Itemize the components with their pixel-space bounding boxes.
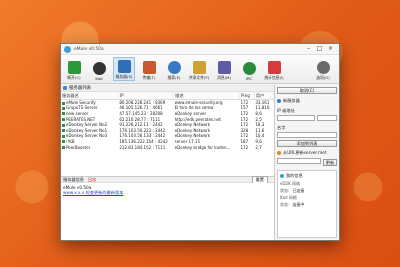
server-row-icon xyxy=(62,106,65,110)
col-ip[interactable]: IP xyxy=(118,92,175,100)
name-label: 名字 xyxy=(277,125,286,130)
col-ping[interactable]: Ping xyxy=(239,92,255,100)
new-server-icon xyxy=(277,99,281,103)
table-row[interactable]: PeerBooster 212.83.184.152 : 7111 eDonke… xyxy=(61,144,274,150)
log-link[interactable]: www.x.x.x 检查更新的最新版本 xyxy=(63,190,272,196)
emule-window: eMule v0.50a – □ × 断开(C) Kad 服务器(S) 传输(T… xyxy=(60,43,340,241)
col-server-name[interactable]: 服务器名 xyxy=(61,92,119,100)
toolbar-irc-label: IRC xyxy=(245,76,253,81)
server-icon xyxy=(117,60,131,73)
server-list-title: 服务器列表 xyxy=(69,86,91,91)
messages-icon xyxy=(217,61,231,74)
toolbar-messages-label: 消息(M) xyxy=(217,75,231,80)
add-server-button[interactable]: 添加到列表 xyxy=(277,140,337,147)
toolbar-servers-button[interactable]: 服务器(S) xyxy=(113,57,135,81)
toolbar-options-button[interactable]: 选项(O) xyxy=(312,57,334,81)
server-pane: 服务器列表 服务器名 IP 描述 Ping 用户 eMule Security … xyxy=(61,85,275,240)
info-line: 状态: 已连接 xyxy=(280,188,305,193)
close-icon[interactable]: × xyxy=(325,44,336,54)
server-row-icon xyxy=(62,140,65,144)
port-input[interactable] xyxy=(317,115,337,121)
log-box: eMule v0.50a www.x.x.x 检查更新的最新版本 xyxy=(61,183,274,240)
statistics-icon xyxy=(267,61,281,74)
kad-icon xyxy=(92,62,106,75)
tab-log[interactable]: 日志 xyxy=(88,177,96,183)
server-row-icon xyxy=(62,112,65,116)
server-met-url-input[interactable] xyxy=(277,158,321,164)
server-row-icon xyxy=(62,118,65,122)
minimize-icon[interactable]: – xyxy=(303,44,314,54)
maximize-icon[interactable]: □ xyxy=(314,44,325,54)
window-title: eMule v0.50a xyxy=(74,46,104,52)
toolbar-messages-button[interactable]: 消息(M) xyxy=(213,57,235,81)
search-icon xyxy=(167,61,181,74)
my-info-heading: 我的信息 xyxy=(286,173,303,178)
server-list-icon xyxy=(63,86,67,90)
server-table: 服务器名 IP 描述 Ping 用户 eMule Security 80.208… xyxy=(61,92,274,150)
toolbar-kad-button[interactable]: Kad xyxy=(88,57,110,81)
toolbar-search-label: 搜索(E) xyxy=(167,75,181,80)
update-label: 从URL更新server.met xyxy=(283,150,327,155)
info-line: 状态: 连接中 xyxy=(280,202,305,207)
toolbar-statistics-label: 统计信息(I) xyxy=(264,75,284,80)
cancel-connect-button[interactable]: 取消(C) xyxy=(277,87,337,94)
info-line: Kad 网络 xyxy=(280,195,297,200)
server-row-icon xyxy=(62,134,65,138)
my-info-box: 我的信息 eD2K 网络 状态: 已连接 Kad 网络 状态: 连接中 xyxy=(277,170,337,238)
side-panel: 取消(C) 新服务器 IP 或地址 名字 添加到列表 从URL更新server.… xyxy=(275,85,339,240)
main-toolbar: 断开(C) Kad 服务器(S) 传输(T) 搜索(E) 共享文件(F) 消息(… xyxy=(61,55,339,84)
server-row-icon xyxy=(62,123,65,127)
toolbar-transfer-label: 传输(T) xyxy=(142,75,156,80)
toolbar-irc-button[interactable]: IRC xyxy=(238,57,260,81)
tab-server-info[interactable]: 服务器信息 xyxy=(63,177,84,183)
toolbar-kad-label: Kad xyxy=(95,76,103,81)
name-input[interactable] xyxy=(277,132,337,138)
title-bar: eMule v0.50a – □ × xyxy=(61,44,339,55)
server-row-icon xyxy=(62,101,65,105)
shared-files-icon xyxy=(192,61,206,74)
toolbar-shared-files-button[interactable]: 共享文件(F) xyxy=(188,57,210,81)
update-button[interactable]: 更新 xyxy=(323,158,337,166)
col-description[interactable]: 描述 xyxy=(173,92,240,100)
irc-icon xyxy=(242,62,256,75)
server-list-header: 服务器列表 xyxy=(61,85,274,92)
server-row-icon xyxy=(62,146,65,150)
options-icon xyxy=(316,61,330,74)
new-server-heading: 新服务器 xyxy=(277,98,337,104)
info-line: eD2K 网络 xyxy=(280,181,300,186)
server-table-wrap: 服务器名 IP 描述 Ping 用户 eMule Security 80.208… xyxy=(61,92,274,176)
toolbar-transfer-button[interactable]: 传输(T) xyxy=(138,57,160,81)
server-row-icon xyxy=(62,129,65,133)
content-area: 服务器列表 服务器名 IP 描述 Ping 用户 eMule Security … xyxy=(61,85,339,240)
col-users[interactable]: 用户 xyxy=(254,92,274,100)
toolbar-servers-label: 服务器(S) xyxy=(115,74,133,79)
server-table-header: 服务器名 IP 描述 Ping 用户 xyxy=(61,92,274,100)
transfer-icon xyxy=(142,61,156,74)
toolbar-connect-button[interactable]: 断开(C) xyxy=(63,57,85,81)
toolbar-options-label: 选项(O) xyxy=(316,75,330,80)
toolbar-connect-label: 断开(C) xyxy=(67,75,81,80)
address-label: IP 或地址 xyxy=(277,108,295,113)
my-info-icon xyxy=(280,174,284,178)
log-tab-bar: 服务器信息 日志 重置 xyxy=(61,175,274,184)
toolbar-search-button[interactable]: 搜索(E) xyxy=(163,57,185,81)
address-input[interactable] xyxy=(277,115,315,121)
toolbar-shared-files-label: 共享文件(F) xyxy=(188,75,210,80)
toolbar-statistics-button[interactable]: 统计信息(I) xyxy=(263,57,285,81)
update-icon xyxy=(277,151,281,155)
emule-app-icon xyxy=(64,45,71,53)
connect-icon xyxy=(67,61,81,74)
